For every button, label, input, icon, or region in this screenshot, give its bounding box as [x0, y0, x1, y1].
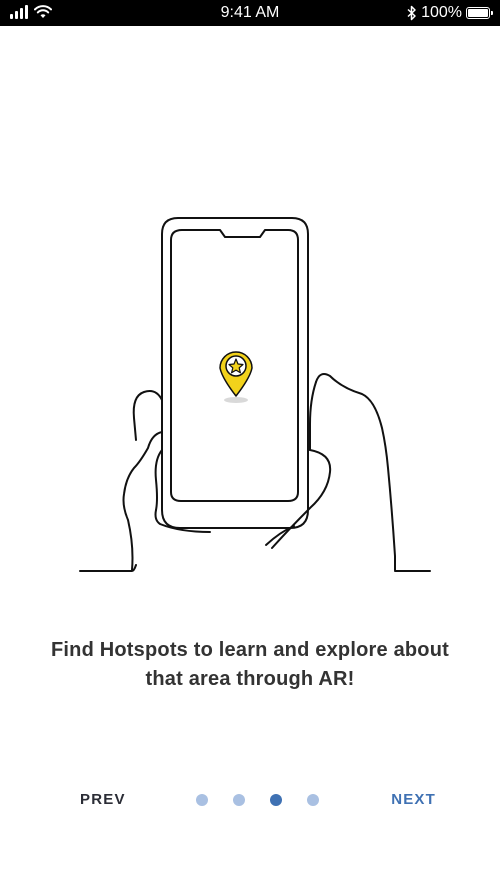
page-dot-1[interactable]: [196, 794, 208, 806]
next-button[interactable]: NEXT: [391, 791, 436, 808]
onboarding-screen: 9:41 AM 100% Find Hotspots to learn and …: [0, 0, 500, 889]
battery-icon: [466, 7, 493, 19]
bluetooth-icon: [407, 5, 416, 21]
page-indicator: [196, 794, 319, 806]
status-bar: 9:41 AM 100%: [0, 0, 500, 26]
status-right: 100%: [407, 4, 493, 22]
prev-button[interactable]: PREV: [80, 791, 126, 808]
page-dot-4[interactable]: [307, 794, 319, 806]
location-pin-star-icon: [219, 351, 253, 403]
page-dot-3-active[interactable]: [270, 794, 282, 806]
page-dot-2[interactable]: [233, 794, 245, 806]
battery-percent: 100%: [421, 4, 462, 21]
onboarding-caption: Find Hotspots to learn and explore about…: [50, 639, 450, 690]
phone-in-hands-illustration: [79, 217, 431, 572]
